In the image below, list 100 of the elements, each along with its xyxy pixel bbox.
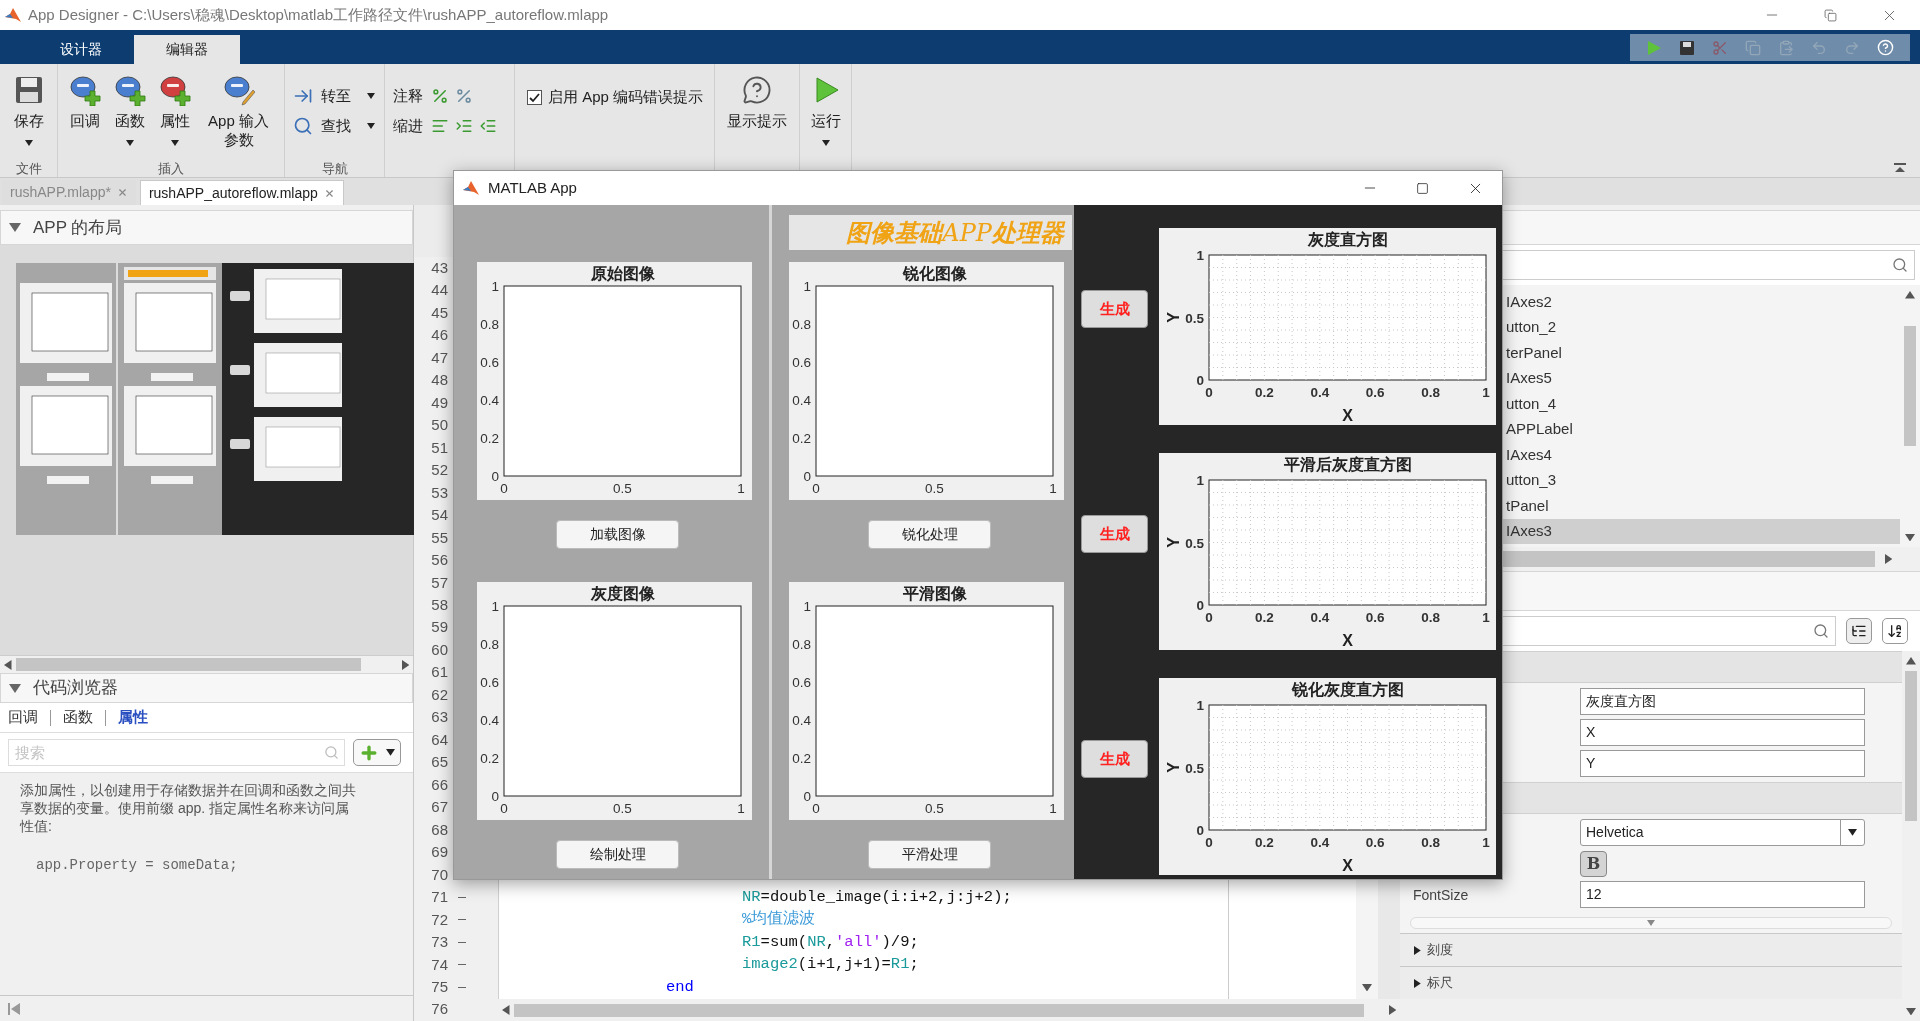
scroll-right-icon[interactable] — [1388, 1005, 1396, 1015]
indent-icon[interactable] — [455, 117, 473, 135]
chart-title: 平滑图像 — [902, 585, 967, 602]
collapse-ribbon-icon[interactable] — [1894, 163, 1906, 173]
property-field[interactable]: Y — [1580, 750, 1865, 777]
app-button[interactable]: 加载图像 — [556, 520, 679, 549]
tree-item[interactable]: tPanel — [1500, 493, 1900, 519]
scroll-down-icon[interactable] — [1906, 1007, 1916, 1015]
ribbon-button[interactable]: 运行 — [807, 73, 844, 146]
matlab-logo-icon — [462, 179, 480, 197]
close-tab-icon[interactable] — [323, 187, 335, 199]
tick-label: 0.4 — [1310, 385, 1330, 400]
code-line: %均值滤波 — [741, 909, 816, 931]
line-number: 66 — [431, 774, 448, 795]
ribbon-button[interactable]: 属性 — [155, 73, 194, 146]
app-button[interactable]: 平滑处理 — [868, 840, 991, 869]
ribbon-button[interactable]: 查找 — [293, 114, 384, 138]
scroll-left-icon[interactable] — [4, 659, 12, 670]
section-header[interactable]: 标尺 — [1400, 966, 1902, 999]
tree-item[interactable]: utton_2 — [1500, 314, 1900, 340]
uncomment-icon[interactable] — [455, 87, 473, 105]
property-field[interactable]: 灰度直方图 — [1580, 688, 1865, 715]
ribbon-button[interactable]: 函数 — [110, 73, 149, 146]
app-button[interactable]: 绘制处理 — [556, 840, 679, 869]
line-marker[interactable] — [458, 896, 466, 898]
scroll-left-icon[interactable] — [502, 1005, 510, 1015]
checkbox[interactable] — [527, 89, 542, 105]
search-field[interactable]: 搜索 — [8, 739, 345, 766]
panel-header[interactable]: APP 的布局 — [0, 210, 413, 245]
line-marker[interactable] — [458, 941, 466, 943]
restore-icon[interactable] — [1824, 8, 1837, 22]
tree-item[interactable]: IAxes2 — [1500, 289, 1900, 315]
group-view-button[interactable] — [1846, 618, 1872, 644]
tick-label: 0.4 — [480, 713, 499, 728]
close-tab-icon[interactable] — [116, 187, 128, 198]
scroll-right-icon[interactable] — [1884, 554, 1892, 564]
line-number: 48 — [431, 370, 448, 391]
app-button[interactable]: 锐化处理 — [868, 520, 991, 549]
scroll-right-icon[interactable] — [401, 659, 409, 670]
font-dropdown[interactable]: Helvetica — [1580, 819, 1865, 846]
tree-item[interactable]: IAxes5 — [1500, 365, 1900, 391]
scroll-down-icon[interactable] — [1905, 533, 1915, 541]
browser-tab[interactable]: 属性 — [118, 706, 148, 729]
bold-toggle[interactable]: B — [1580, 850, 1607, 877]
save-icon[interactable] — [1679, 39, 1696, 56]
search-icon — [324, 745, 339, 760]
ribbon-button[interactable]: 回调 — [65, 73, 104, 130]
browser-tab[interactable]: 回调 — [8, 706, 38, 729]
caret-icon — [367, 123, 375, 129]
help-icon[interactable] — [1876, 39, 1894, 56]
ribbon-button[interactable]: 显示提示 — [724, 73, 790, 130]
line-marker[interactable] — [458, 964, 466, 966]
tree-item[interactable]: utton_4 — [1500, 391, 1900, 417]
scroll-start-icon[interactable] — [8, 1002, 20, 1015]
caret-icon — [125, 140, 134, 146]
ribbon-button[interactable]: 转至 — [293, 84, 384, 108]
tree-item[interactable]: utton_3 — [1500, 467, 1900, 493]
scrollbar-thumb[interactable] — [1905, 670, 1917, 821]
tick-label: 0.2 — [792, 751, 811, 766]
scrollbar-thumb[interactable] — [513, 1003, 1364, 1017]
outdent-icon[interactable] — [479, 117, 497, 135]
tree-item[interactable]: IAxes4 — [1500, 442, 1900, 468]
caret-icon — [367, 93, 375, 99]
group-label: 插入 — [158, 161, 184, 177]
property-field[interactable]: X — [1580, 719, 1865, 746]
ribbon-button[interactable]: App 输入参数 — [200, 73, 277, 149]
add-badge-icon — [68, 74, 101, 106]
line-marker[interactable] — [458, 919, 466, 921]
line-number: 61 — [431, 662, 448, 683]
checkbox-label: 启用 App 编码错误提示 — [548, 87, 704, 107]
maximize-icon[interactable] — [1416, 181, 1429, 195]
browser-tab[interactable]: 函数 — [63, 706, 93, 729]
tick-label: 0.5 — [925, 481, 944, 496]
file-tab[interactable]: rushAPP_autoreflow.mlapp — [139, 180, 344, 205]
scrollbar-thumb[interactable] — [1904, 326, 1916, 446]
tree-item[interactable]: terPanel — [1500, 340, 1900, 366]
section-header[interactable]: 刻度 — [1400, 933, 1902, 966]
panel-header[interactable]: 代码浏览器 — [0, 673, 413, 703]
main-tab[interactable]: 设计器 — [28, 35, 134, 64]
smart-indent-icon[interactable] — [431, 117, 449, 135]
scroll-up-icon[interactable] — [1905, 291, 1915, 299]
add-property-button[interactable] — [353, 739, 401, 766]
scroll-down-icon[interactable] — [1362, 983, 1372, 991]
line-number: 58 — [431, 595, 448, 615]
property-field[interactable]: 12 — [1580, 881, 1865, 908]
ribbon-label: 缩进 — [393, 115, 423, 136]
ribbon-button[interactable]: 保存 — [10, 73, 47, 146]
line-number: 45 — [431, 302, 448, 323]
comment-icon[interactable] — [431, 87, 449, 105]
tick-label: 1 — [1482, 385, 1490, 400]
sort-button[interactable] — [1882, 618, 1908, 644]
tree-item[interactable]: IAxes3 — [1500, 518, 1900, 544]
scrollbar-thumb[interactable] — [15, 658, 361, 671]
main-tab[interactable]: 编辑器 — [134, 35, 240, 64]
scroll-up-icon[interactable] — [1906, 657, 1916, 665]
tree-item[interactable]: APPLabel — [1500, 416, 1900, 442]
line-marker[interactable] — [458, 986, 466, 988]
chart-title: 原始图像 — [590, 265, 655, 282]
tick-label: 0 — [1205, 385, 1213, 400]
tick-label: 0.5 — [1185, 310, 1204, 326]
